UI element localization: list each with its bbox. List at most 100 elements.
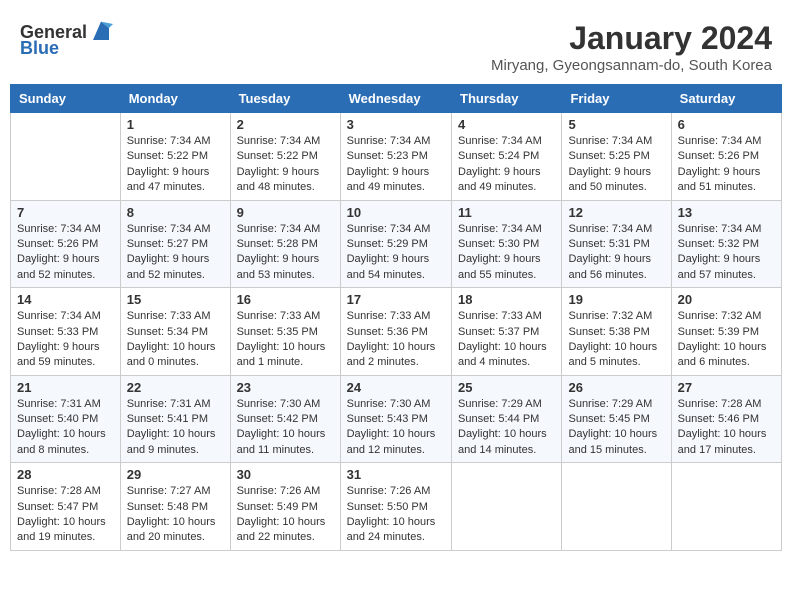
weekday-header: Wednesday [340,85,451,113]
calendar-cell: 27 Sunrise: 7:28 AM Sunset: 5:46 PM Dayli… [671,375,781,463]
day-info: Sunrise: 7:28 AM Sunset: 5:47 PM Dayligh… [17,484,114,546]
day-number: 14 [17,292,114,307]
day-info: Sunrise: 7:34 AM Sunset: 5:26 PM Dayligh… [17,222,114,284]
day-info: Sunrise: 7:33 AM Sunset: 5:34 PM Dayligh… [127,309,224,371]
calendar-cell: 12 Sunrise: 7:34 AM Sunset: 5:31 PM Dayli… [562,200,671,288]
day-info: Sunrise: 7:34 AM Sunset: 5:25 PM Dayligh… [568,134,664,196]
day-number: 29 [127,467,224,482]
calendar-cell: 5Sunrise: 7:34 AM Sunset: 5:25 PM Daylig… [562,113,671,201]
weekday-header: Tuesday [230,85,340,113]
day-number: 26 [568,380,664,395]
day-number: 7 [17,205,114,220]
day-number: 11 [458,205,555,220]
day-info: Sunrise: 7:34 AM Sunset: 5:24 PM Dayligh… [458,134,555,196]
calendar-cell: 1Sunrise: 7:34 AM Sunset: 5:22 PM Daylig… [120,113,230,201]
day-number: 27 [678,380,775,395]
calendar-cell: 29 Sunrise: 7:27 AM Sunset: 5:48 PM Dayli… [120,463,230,551]
day-info: Sunrise: 7:34 AM Sunset: 5:28 PM Dayligh… [237,222,334,284]
day-info: Sunrise: 7:30 AM Sunset: 5:42 PM Dayligh… [237,397,334,459]
day-number: 4 [458,117,555,132]
day-info: Sunrise: 7:31 AM Sunset: 5:41 PM Dayligh… [127,397,224,459]
day-info: Sunrise: 7:33 AM Sunset: 5:36 PM Dayligh… [347,309,445,371]
calendar-cell: 18 Sunrise: 7:33 AM Sunset: 5:37 PM Dayli… [452,288,562,376]
day-number: 22 [127,380,224,395]
page-header: General Blue January 2024 Miryang, Gyeon… [10,10,782,79]
day-number: 9 [237,205,334,220]
calendar-cell: 9 Sunrise: 7:34 AM Sunset: 5:28 PM Daylig… [230,200,340,288]
day-number: 17 [347,292,445,307]
month-title: January 2024 [491,20,772,57]
logo-icon [89,20,113,44]
calendar-cell: 21 Sunrise: 7:31 AM Sunset: 5:40 PM Dayli… [11,375,121,463]
day-number: 6 [678,117,775,132]
day-number: 20 [678,292,775,307]
day-number: 13 [678,205,775,220]
calendar-cell: 22 Sunrise: 7:31 AM Sunset: 5:41 PM Dayli… [120,375,230,463]
day-info: Sunrise: 7:29 AM Sunset: 5:45 PM Dayligh… [568,397,664,459]
calendar-week-row: 7 Sunrise: 7:34 AM Sunset: 5:26 PM Daylig… [11,200,782,288]
logo-blue: Blue [20,38,59,59]
day-info: Sunrise: 7:34 AM Sunset: 5:29 PM Dayligh… [347,222,445,284]
day-info: Sunrise: 7:27 AM Sunset: 5:48 PM Dayligh… [127,484,224,546]
day-info: Sunrise: 7:34 AM Sunset: 5:26 PM Dayligh… [678,134,775,196]
calendar-cell: 19 Sunrise: 7:32 AM Sunset: 5:38 PM Dayli… [562,288,671,376]
day-info: Sunrise: 7:33 AM Sunset: 5:35 PM Dayligh… [237,309,334,371]
calendar-cell: 2Sunrise: 7:34 AM Sunset: 5:22 PM Daylig… [230,113,340,201]
day-info: Sunrise: 7:34 AM Sunset: 5:23 PM Dayligh… [347,134,445,196]
calendar-week-row: 28Sunrise: 7:28 AM Sunset: 5:47 PM Dayli… [11,463,782,551]
day-number: 18 [458,292,555,307]
day-info: Sunrise: 7:28 AM Sunset: 5:46 PM Dayligh… [678,397,775,459]
calendar-cell [562,463,671,551]
calendar-cell [671,463,781,551]
calendar-cell: 11 Sunrise: 7:34 AM Sunset: 5:30 PM Dayli… [452,200,562,288]
calendar-cell: 14Sunrise: 7:34 AM Sunset: 5:33 PM Dayli… [11,288,121,376]
day-number: 15 [127,292,224,307]
calendar-cell [452,463,562,551]
day-number: 3 [347,117,445,132]
day-number: 23 [237,380,334,395]
calendar-cell: 25Sunrise: 7:29 AM Sunset: 5:44 PM Dayli… [452,375,562,463]
calendar-cell: 28Sunrise: 7:28 AM Sunset: 5:47 PM Dayli… [11,463,121,551]
calendar-cell: 24 Sunrise: 7:30 AM Sunset: 5:43 PM Dayli… [340,375,451,463]
calendar-cell: 7 Sunrise: 7:34 AM Sunset: 5:26 PM Daylig… [11,200,121,288]
calendar-week-row: 14Sunrise: 7:34 AM Sunset: 5:33 PM Dayli… [11,288,782,376]
calendar-cell: 26 Sunrise: 7:29 AM Sunset: 5:45 PM Dayli… [562,375,671,463]
calendar-cell: 20 Sunrise: 7:32 AM Sunset: 5:39 PM Dayli… [671,288,781,376]
day-info: Sunrise: 7:32 AM Sunset: 5:39 PM Dayligh… [678,309,775,371]
day-info: Sunrise: 7:32 AM Sunset: 5:38 PM Dayligh… [568,309,664,371]
day-info: Sunrise: 7:34 AM Sunset: 5:32 PM Dayligh… [678,222,775,284]
day-info: Sunrise: 7:31 AM Sunset: 5:40 PM Dayligh… [17,397,114,459]
day-number: 21 [17,380,114,395]
calendar-week-row: 21 Sunrise: 7:31 AM Sunset: 5:40 PM Dayli… [11,375,782,463]
day-number: 31 [347,467,445,482]
day-number: 2 [237,117,334,132]
calendar-cell: 8Sunrise: 7:34 AM Sunset: 5:27 PM Daylig… [120,200,230,288]
day-info: Sunrise: 7:34 AM Sunset: 5:30 PM Dayligh… [458,222,555,284]
calendar-cell: 17 Sunrise: 7:33 AM Sunset: 5:36 PM Dayli… [340,288,451,376]
day-info: Sunrise: 7:33 AM Sunset: 5:37 PM Dayligh… [458,309,555,371]
day-number: 19 [568,292,664,307]
calendar-cell: 3 Sunrise: 7:34 AM Sunset: 5:23 PM Daylig… [340,113,451,201]
day-info: Sunrise: 7:34 AM Sunset: 5:27 PM Dayligh… [127,222,224,284]
day-number: 16 [237,292,334,307]
day-number: 25 [458,380,555,395]
day-number: 24 [347,380,445,395]
calendar-cell: 23 Sunrise: 7:30 AM Sunset: 5:42 PM Dayli… [230,375,340,463]
title-section: January 2024 Miryang, Gyeongsannam-do, S… [491,20,772,74]
calendar-cell: 13 Sunrise: 7:34 AM Sunset: 5:32 PM Dayli… [671,200,781,288]
day-info: Sunrise: 7:34 AM Sunset: 5:31 PM Dayligh… [568,222,664,284]
weekday-header: Saturday [671,85,781,113]
calendar-cell: 30Sunrise: 7:26 AM Sunset: 5:49 PM Dayli… [230,463,340,551]
calendar-cell: 31 Sunrise: 7:26 AM Sunset: 5:50 PM Dayli… [340,463,451,551]
calendar-header-row: SundayMondayTuesdayWednesdayThursdayFrid… [11,85,782,113]
day-info: Sunrise: 7:34 AM Sunset: 5:22 PM Dayligh… [127,134,224,196]
day-number: 30 [237,467,334,482]
day-info: Sunrise: 7:26 AM Sunset: 5:50 PM Dayligh… [347,484,445,546]
day-info: Sunrise: 7:30 AM Sunset: 5:43 PM Dayligh… [347,397,445,459]
calendar-cell: 16 Sunrise: 7:33 AM Sunset: 5:35 PM Dayli… [230,288,340,376]
calendar-cell: 15 Sunrise: 7:33 AM Sunset: 5:34 PM Dayli… [120,288,230,376]
day-number: 10 [347,205,445,220]
day-number: 12 [568,205,664,220]
weekday-header: Thursday [452,85,562,113]
calendar-table: SundayMondayTuesdayWednesdayThursdayFrid… [10,84,782,551]
